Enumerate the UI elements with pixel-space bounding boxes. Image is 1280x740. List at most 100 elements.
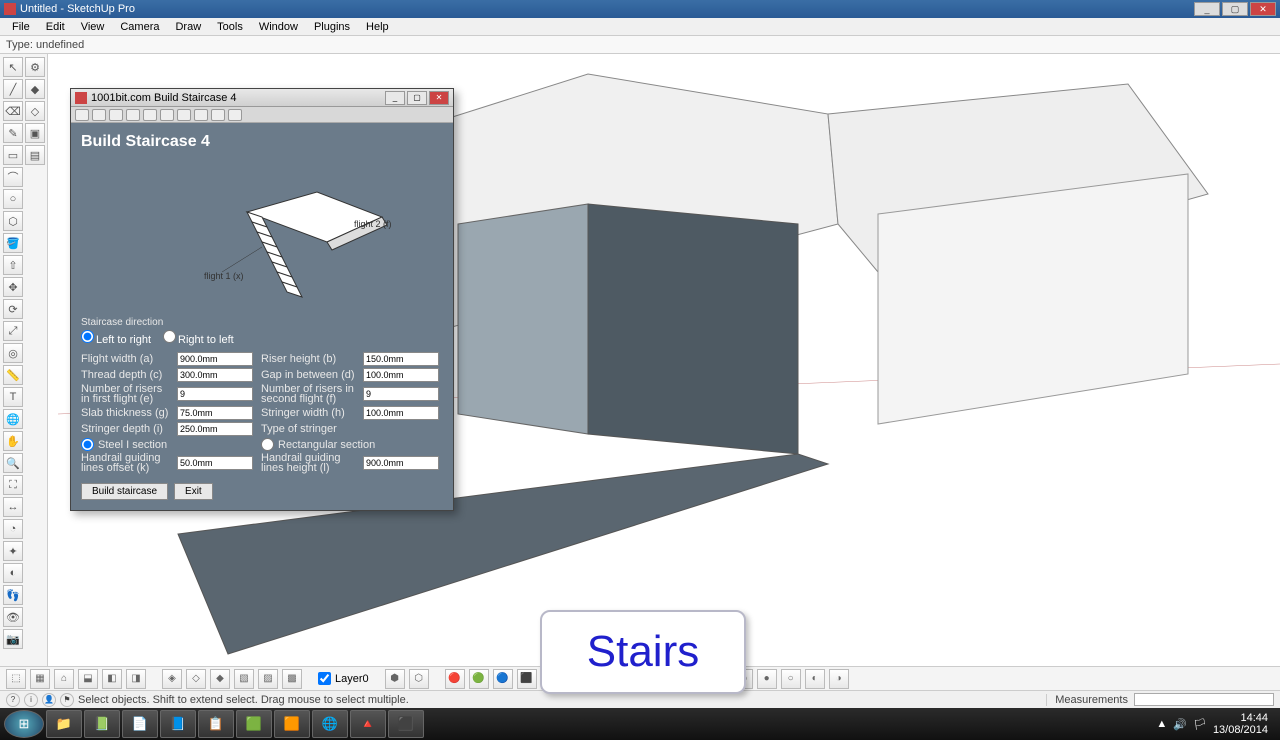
task-app-icon[interactable]: 📘 [160,710,196,738]
dlg-tool-icon[interactable] [177,109,191,121]
menu-camera[interactable]: Camera [112,21,167,33]
dlg-tool-icon[interactable] [211,109,225,121]
zoom-extents-icon[interactable]: ⛶ [3,475,23,495]
top-view-icon[interactable]: ▦ [30,669,50,689]
menu-plugins[interactable]: Plugins [306,21,358,33]
risers1-input[interactable] [177,387,253,401]
extra-icon[interactable]: ○ [781,669,801,689]
dialog-min-button[interactable]: _ [385,91,405,105]
section-tool-icon[interactable]: ◐ [3,563,23,583]
tray-icon[interactable]: 🔊 [1173,718,1187,731]
start-button[interactable]: ⊞ [4,710,44,738]
menu-draw[interactable]: Draw [167,21,209,33]
hr-offset-input[interactable] [177,456,253,470]
dialog-max-button[interactable]: ▢ [407,91,427,105]
tool-d-icon[interactable]: ▤ [25,145,45,165]
select-tool-icon[interactable]: ↖ [3,57,23,77]
task-app-icon[interactable]: 🟧 [274,710,310,738]
task-app-icon[interactable]: ⬛ [388,710,424,738]
style-icon[interactable]: ◈ [162,669,182,689]
radio-r2l-input[interactable] [163,330,176,343]
menu-edit[interactable]: Edit [38,21,73,33]
gap-input[interactable] [363,368,439,382]
hr-height-input[interactable] [363,456,439,470]
risers2-input[interactable] [363,387,439,401]
rectangle-tool-icon[interactable]: ▭ [3,145,23,165]
stringer-w-input[interactable] [363,406,439,420]
dlg-tool-icon[interactable] [126,109,140,121]
menu-tools[interactable]: Tools [209,21,251,33]
system-tray[interactable]: ▲ 🔊 🏳 14:44 13/08/2014 [1148,712,1276,736]
task-explorer-icon[interactable]: 📁 [46,710,82,738]
dlg-tool-icon[interactable] [92,109,106,121]
iso-view-icon[interactable]: ⬚ [6,669,26,689]
style-icon[interactable]: ▧ [234,669,254,689]
dlg-tool-icon[interactable] [143,109,157,121]
build-button[interactable]: Build staircase [81,483,168,500]
walk-tool-icon[interactable]: 👣 [3,585,23,605]
dialog-close-button[interactable]: ✕ [429,91,449,105]
radio-rect[interactable] [261,438,274,451]
front-view-icon[interactable]: ⌂ [54,669,74,689]
extra-icon[interactable]: ● [757,669,777,689]
extra-icon[interactable]: ◐ [805,669,825,689]
measurements-input[interactable] [1134,693,1274,706]
circle-tool-icon[interactable]: ○ [3,189,23,209]
riser-height-input[interactable] [363,352,439,366]
look-tool-icon[interactable]: 👁 [3,607,23,627]
dlg-tool-icon[interactable] [194,109,208,121]
task-app-icon[interactable]: 📄 [122,710,158,738]
style-icon[interactable]: ◇ [186,669,206,689]
pan-tool-icon[interactable]: ✋ [3,431,23,451]
style-icon[interactable]: ▨ [258,669,278,689]
task-app-icon[interactable]: 🟩 [236,710,272,738]
layer-visible-check[interactable] [318,672,331,685]
orbit-tool-icon[interactable]: 🌐 [3,409,23,429]
zoom-tool-icon[interactable]: 🔍 [3,453,23,473]
dimension-tool-icon[interactable]: ↔ [3,497,23,517]
left-view-icon[interactable]: ◧ [102,669,122,689]
tape-tool-icon[interactable]: 📏 [3,365,23,385]
component-icon[interactable]: ⬢ [385,669,405,689]
axes-tool-icon[interactable]: ✦ [3,541,23,561]
radio-steel[interactable] [81,438,94,451]
pencil-tool-icon[interactable]: ✎ [3,123,23,143]
line-tool-icon[interactable]: ╱ [3,79,23,99]
move-tool-icon[interactable]: ✥ [3,277,23,297]
radio-r2l[interactable]: Right to left [163,330,234,346]
task-app-icon[interactable]: 🌐 [312,710,348,738]
close-button[interactable]: ✕ [1250,2,1276,16]
task-app-icon[interactable]: 📗 [84,710,120,738]
task-app-icon[interactable]: 📋 [198,710,234,738]
tool-b-icon[interactable]: ◇ [25,101,45,121]
protractor-tool-icon[interactable]: ◔ [3,519,23,539]
task-sketchup-icon[interactable]: 🔺 [350,710,386,738]
status-icon[interactable]: 👤 [42,693,56,707]
slab-input[interactable] [177,406,253,420]
render-icon[interactable]: ⬛ [517,669,537,689]
style-icon[interactable]: ◆ [210,669,230,689]
render-icon[interactable]: 🟢 [469,669,489,689]
dlg-tool-icon[interactable] [109,109,123,121]
minimize-button[interactable]: _ [1194,2,1220,16]
position-camera-icon[interactable]: 📷 [3,629,23,649]
style-icon[interactable]: ▩ [282,669,302,689]
plugin-tool-icon[interactable]: ⚙ [25,57,45,77]
render-icon[interactable]: 🔴 [445,669,465,689]
maximize-button[interactable]: ▢ [1222,2,1248,16]
scale-tool-icon[interactable]: ⤢ [3,321,23,341]
radio-l2r[interactable]: Left to right [81,330,151,346]
status-icon[interactable]: ⚑ [60,693,74,707]
right-view-icon[interactable]: ◨ [126,669,146,689]
status-icon[interactable]: ? [6,693,20,707]
menu-file[interactable]: File [4,21,38,33]
exit-button[interactable]: Exit [174,483,213,500]
rotate-tool-icon[interactable]: ⟳ [3,299,23,319]
offset-tool-icon[interactable]: ◎ [3,343,23,363]
paint-tool-icon[interactable]: 🪣 [3,233,23,253]
tray-icon[interactable]: 🏳 [1193,718,1207,731]
dlg-tool-icon[interactable] [228,109,242,121]
eraser-tool-icon[interactable]: ⌫ [3,101,23,121]
pushpull-tool-icon[interactable]: ⇧ [3,255,23,275]
component-icon[interactable]: ⬡ [409,669,429,689]
